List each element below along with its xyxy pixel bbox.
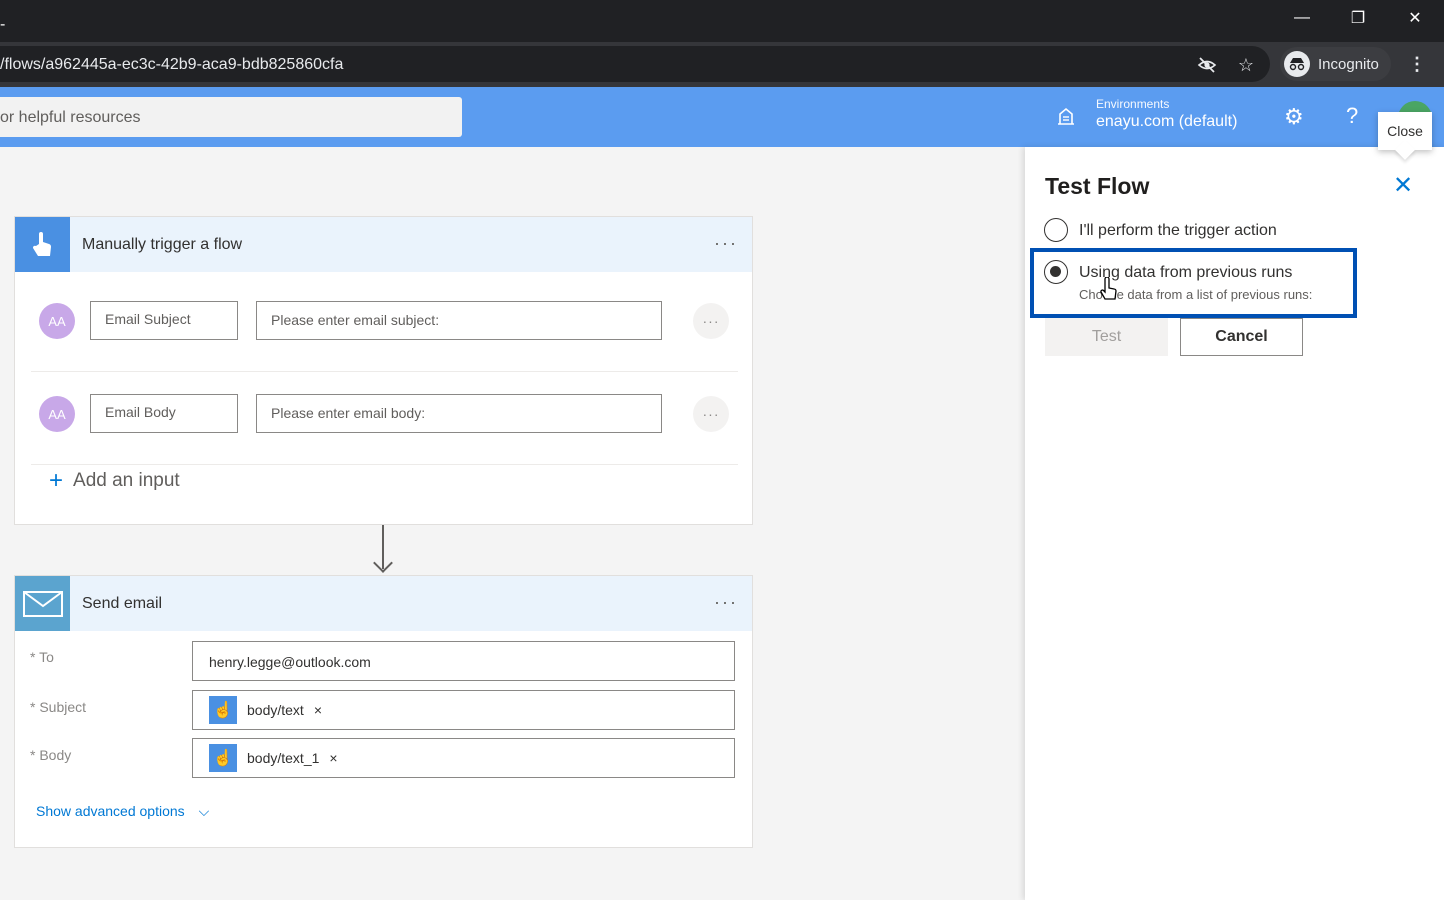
add-input-label: Add an input <box>73 470 180 491</box>
hand-touch-icon: ☝ <box>209 696 237 724</box>
token-label: body/text <box>247 702 304 718</box>
hand-touch-icon: ☝ <box>209 744 237 772</box>
environment-picker[interactable]: Environments enayu.com (default) <box>1096 97 1237 131</box>
gear-icon[interactable]: ⚙ <box>1284 104 1304 130</box>
input-row: AA Email Subject Please enter email subj… <box>31 280 738 372</box>
trigger-card-title: Manually trigger a flow <box>82 235 243 253</box>
input-name-field[interactable]: Email Subject <box>90 301 238 340</box>
send-email-card-header[interactable]: Send email ··· <box>15 576 752 631</box>
add-input-button[interactable]: + Add an input <box>49 467 180 495</box>
test-button[interactable]: Test <box>1045 318 1168 356</box>
dynamic-content-token[interactable]: ☝ body/text_1 × <box>209 744 338 772</box>
close-tooltip: Close <box>1378 112 1432 150</box>
environment-value: enayu.com (default) <box>1096 113 1238 130</box>
dynamic-content-token[interactable]: ☝ body/text × <box>209 696 322 724</box>
tab-fragment[interactable]: - <box>0 16 5 34</box>
focus-outline <box>1030 248 1357 318</box>
chevron-down-icon: ⌵ <box>198 803 210 819</box>
browser-menu-icon[interactable]: ⋮ <box>1408 54 1426 75</box>
to-label: * To <box>30 649 54 665</box>
incognito-icon <box>1284 51 1310 77</box>
browser-addressbar: /flows/a962445a-ec3c-42b9-aca9-bdb825860… <box>0 42 1444 87</box>
input-row: AA Email Body Please enter email body: ·… <box>31 373 738 465</box>
send-email-card-title: Send email <box>82 594 163 612</box>
hand-touch-icon <box>15 217 70 272</box>
body-field[interactable]: ☝ body/text_1 × <box>192 738 735 778</box>
token-label: body/text_1 <box>247 750 320 766</box>
cancel-button[interactable]: Cancel <box>1180 318 1303 356</box>
radio-previous-runs[interactable] <box>1044 260 1068 284</box>
remove-token-icon[interactable]: × <box>314 702 322 718</box>
send-email-more-icon[interactable]: ··· <box>714 592 738 613</box>
radio-perform-trigger[interactable] <box>1044 218 1068 242</box>
input-name-field[interactable]: Email Body <box>90 394 238 433</box>
text-type-icon: AA <box>39 303 75 339</box>
window-close-icon[interactable]: ✕ <box>1395 6 1435 30</box>
url-bar[interactable]: /flows/a962445a-ec3c-42b9-aca9-bdb825860… <box>0 46 1270 82</box>
text-type-icon: AA <box>39 396 75 432</box>
app-header: or helpful resources Environments enayu.… <box>0 87 1444 147</box>
option-perform-trigger-label[interactable]: I'll perform the trigger action <box>1079 222 1277 240</box>
search-input[interactable]: or helpful resources <box>0 97 462 137</box>
search-placeholder: or helpful resources <box>0 109 141 126</box>
subject-label: * Subject <box>30 699 87 715</box>
eye-off-icon[interactable] <box>1196 54 1218 76</box>
input-placeholder-field[interactable]: Please enter email subject: <box>256 301 662 340</box>
restore-icon[interactable]: ❐ <box>1338 6 1378 30</box>
close-icon[interactable]: ✕ <box>1393 171 1413 200</box>
trigger-card-header[interactable]: Manually trigger a flow ··· <box>15 217 752 272</box>
mail-icon <box>15 576 70 631</box>
panel-title: Test Flow <box>1045 173 1150 199</box>
trigger-card-more-icon[interactable]: ··· <box>714 233 738 254</box>
mouse-pointer-icon <box>1099 276 1117 310</box>
plus-icon: + <box>49 467 64 494</box>
remove-token-icon[interactable]: × <box>329 750 337 766</box>
minimize-icon[interactable]: — <box>1282 6 1322 30</box>
incognito-badge[interactable]: Incognito <box>1280 47 1391 81</box>
environment-label: Environments <box>1096 97 1170 111</box>
browser-titlebar: - — ❐ ✕ <box>0 0 1444 42</box>
subject-field[interactable]: ☝ body/text × <box>192 690 735 730</box>
input-more-icon[interactable]: ··· <box>693 396 729 432</box>
test-flow-panel: Test Flow ✕ I'll perform the trigger act… <box>1025 147 1444 900</box>
help-icon[interactable]: ? <box>1346 103 1358 129</box>
environment-icon[interactable] <box>1055 105 1077 133</box>
to-field[interactable]: henry.legge@outlook.com <box>192 641 735 681</box>
body-label: * Body <box>30 747 72 763</box>
input-placeholder-field[interactable]: Please enter email body: <box>256 394 662 433</box>
star-icon[interactable]: ☆ <box>1235 54 1257 76</box>
show-advanced-label: Show advanced options <box>36 803 185 819</box>
show-advanced-options-link[interactable]: Show advanced options ⌵ <box>36 803 209 820</box>
trigger-card: Manually trigger a flow ··· AA Email Sub… <box>14 216 753 525</box>
url-text[interactable]: /flows/a962445a-ec3c-42b9-aca9-bdb825860… <box>0 56 343 74</box>
incognito-label: Incognito <box>1318 55 1379 73</box>
to-value: henry.legge@outlook.com <box>209 654 371 670</box>
input-more-icon[interactable]: ··· <box>693 303 729 339</box>
